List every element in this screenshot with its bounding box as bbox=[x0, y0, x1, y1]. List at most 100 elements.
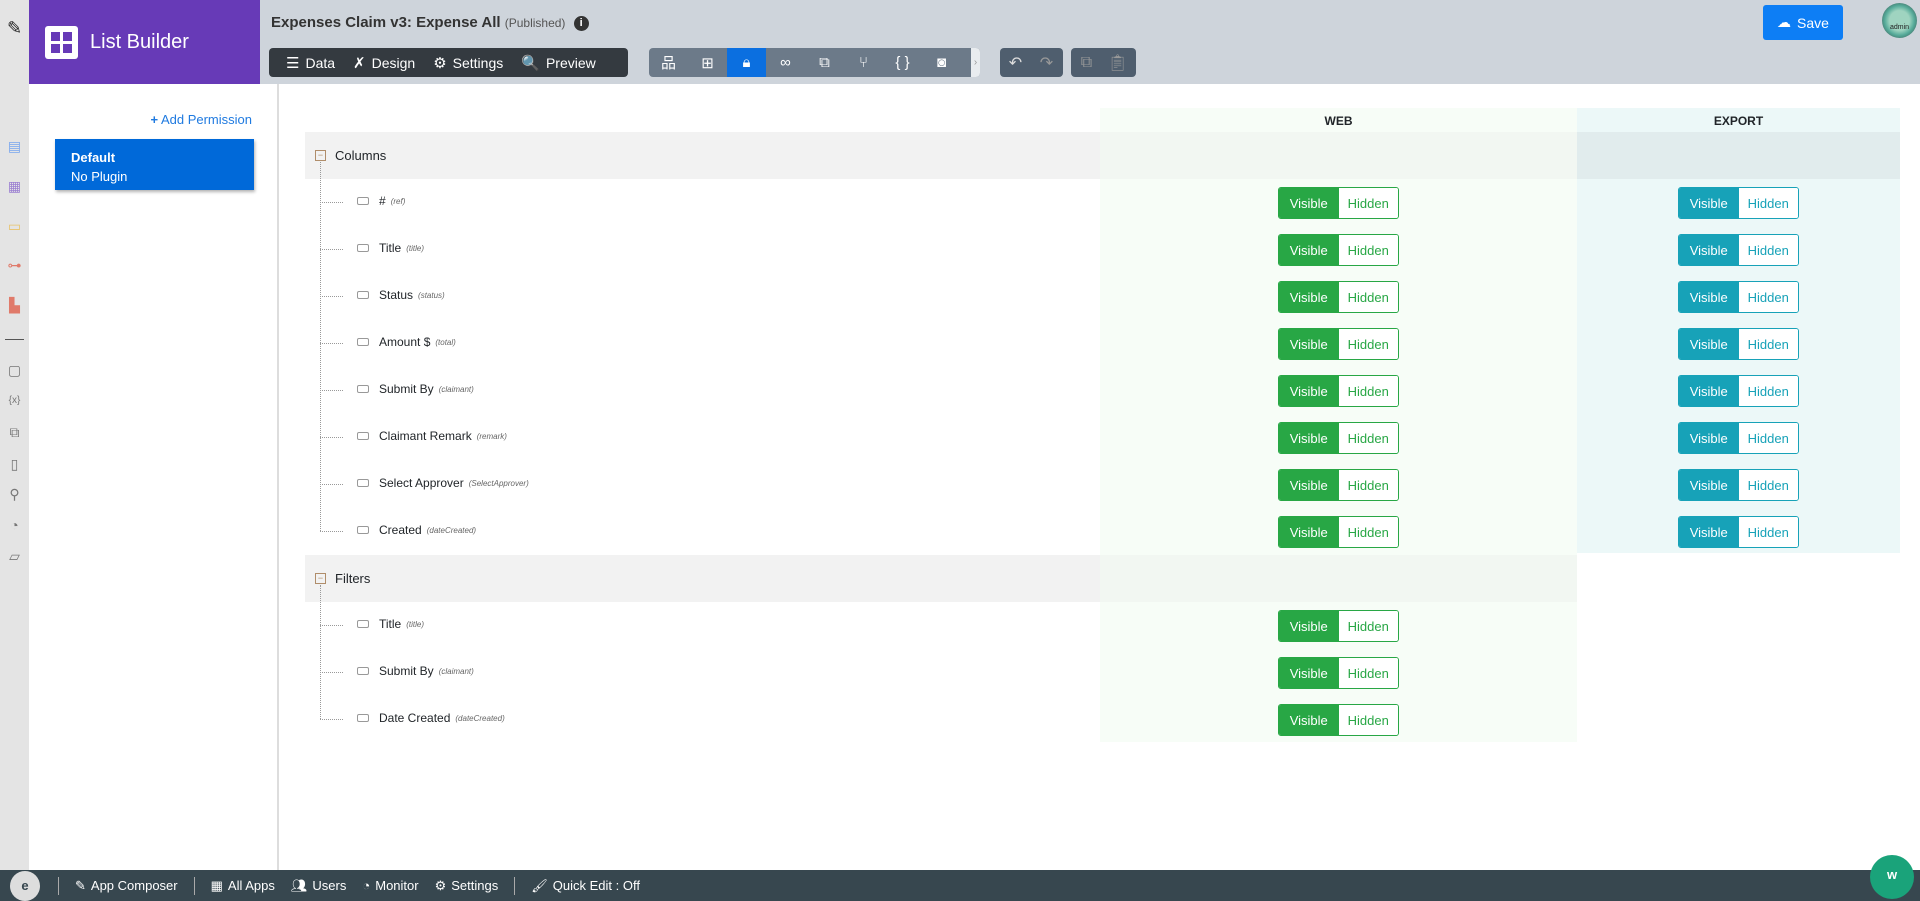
monitor-icon[interactable]: ▭ bbox=[6, 218, 23, 235]
chevron-right-icon[interactable]: › bbox=[971, 48, 980, 77]
tab-design[interactable]: ✗ Design bbox=[344, 48, 424, 77]
export-visible-option[interactable]: Visible bbox=[1679, 470, 1739, 500]
paste-icon[interactable]: 📋︎ bbox=[1102, 53, 1133, 73]
undo-icon[interactable]: ↶ bbox=[1000, 53, 1031, 73]
permission-item-default[interactable]: Default No Plugin bbox=[55, 139, 254, 190]
web-visible-option[interactable]: Visible bbox=[1279, 470, 1339, 500]
footer-all-apps[interactable]: ▦ All Apps bbox=[211, 878, 275, 894]
export-visible-option[interactable]: Visible bbox=[1679, 376, 1739, 406]
web-visible-option[interactable]: Visible bbox=[1279, 188, 1339, 218]
web-visible-option[interactable]: Visible bbox=[1279, 329, 1339, 359]
tab-preview[interactable]: 🔍 Preview bbox=[512, 48, 604, 77]
preview-icon: 🔍 bbox=[521, 54, 540, 72]
gears-icon: ⚙ bbox=[434, 877, 447, 893]
sitemap-icon[interactable]: 品 bbox=[649, 48, 688, 77]
lock-icon[interactable]: 🔒︎ bbox=[727, 48, 766, 77]
main-tabs: ☰ Data ✗ Design ⚙ Settings 🔍 Preview bbox=[269, 48, 628, 77]
redo-icon[interactable]: ↷ bbox=[1031, 53, 1062, 73]
note-icon[interactable]: ▢ bbox=[6, 362, 23, 379]
copy-icon[interactable]: ⧉ bbox=[1071, 54, 1102, 72]
variable-icon[interactable]: {x} bbox=[6, 392, 23, 409]
export-hidden-option[interactable]: Hidden bbox=[1738, 235, 1798, 265]
export-hidden-option[interactable]: Hidden bbox=[1738, 470, 1798, 500]
web-hidden-option[interactable]: Hidden bbox=[1338, 611, 1398, 641]
image-file-icon[interactable]: ▯ bbox=[6, 456, 23, 473]
web-visibility-toggle: Visible Hidden bbox=[1278, 187, 1399, 219]
group-row-columns[interactable]: − Columns bbox=[305, 132, 1900, 179]
web-visible-option[interactable]: Visible bbox=[1279, 376, 1339, 406]
web-hidden-option[interactable]: Hidden bbox=[1338, 235, 1398, 265]
web-visible-option[interactable]: Visible bbox=[1279, 611, 1339, 641]
web-visible-option[interactable]: Visible bbox=[1279, 658, 1339, 688]
web-hidden-option[interactable]: Hidden bbox=[1338, 658, 1398, 688]
collapse-icon[interactable]: − bbox=[315, 573, 326, 584]
tab-label: Design bbox=[371, 54, 416, 71]
list-icon[interactable]: ▦ bbox=[6, 178, 23, 195]
collapse-icon[interactable]: − bbox=[315, 150, 326, 161]
binoculars-icon[interactable]: ∞ bbox=[766, 48, 805, 77]
save-button[interactable]: ☁ Save bbox=[1763, 5, 1843, 40]
web-visible-option[interactable]: Visible bbox=[1279, 235, 1339, 265]
export-visible-option[interactable]: Visible bbox=[1679, 235, 1739, 265]
web-visible-option[interactable]: Visible bbox=[1279, 423, 1339, 453]
export-hidden-option[interactable]: Hidden bbox=[1738, 423, 1798, 453]
edit-icon[interactable]: ✎ bbox=[6, 19, 23, 37]
footer-users[interactable]: 👥︎ Users bbox=[291, 878, 346, 894]
group-row-filters[interactable]: − Filters bbox=[305, 555, 1577, 602]
web-hidden-option[interactable]: Hidden bbox=[1338, 376, 1398, 406]
footer-app-composer[interactable]: ✎ App Composer bbox=[75, 878, 178, 894]
tab-settings[interactable]: ⚙ Settings bbox=[424, 48, 512, 77]
workflow-icon[interactable]: ⊶ bbox=[6, 257, 23, 274]
field-name: Title bbox=[379, 241, 402, 255]
export-hidden-option[interactable]: Hidden bbox=[1738, 329, 1798, 359]
camera-icon[interactable]: ◙ bbox=[922, 48, 961, 77]
gauge-icon[interactable]: ◔ bbox=[6, 517, 23, 534]
export-hidden-option[interactable]: Hidden bbox=[1738, 188, 1798, 218]
table-row: Status (status) Visible Hidden Visible Hidde… bbox=[305, 273, 1900, 320]
publish-status: (Published) bbox=[504, 16, 566, 30]
web-visible-option[interactable]: Visible bbox=[1279, 517, 1339, 547]
footer-quick-edit[interactable]: 🖌︎ Quick Edit : Off bbox=[531, 878, 640, 894]
divider bbox=[58, 876, 59, 895]
script-icon[interactable]: ▱ bbox=[6, 548, 23, 565]
table-row: Title (title) Visible Hidden Visible Hidden bbox=[305, 226, 1900, 273]
web-visible-option[interactable]: Visible bbox=[1279, 282, 1339, 312]
platform-logo[interactable]: e bbox=[10, 870, 40, 901]
translate-icon[interactable]: ⧉ bbox=[6, 424, 23, 441]
web-hidden-option[interactable]: Hidden bbox=[1338, 705, 1398, 735]
web-visibility-toggle: Visible Hidden bbox=[1278, 516, 1399, 548]
web-hidden-option[interactable]: Hidden bbox=[1338, 282, 1398, 312]
chat-button[interactable]: w bbox=[1870, 855, 1914, 899]
web-visible-option[interactable]: Visible bbox=[1279, 705, 1339, 735]
app-brand: List Builder bbox=[29, 0, 260, 84]
export-visible-option[interactable]: Visible bbox=[1679, 423, 1739, 453]
tab-data[interactable]: ☰ Data bbox=[277, 48, 344, 77]
web-hidden-option[interactable]: Hidden bbox=[1338, 470, 1398, 500]
branch-icon[interactable]: ⑂ bbox=[844, 48, 883, 77]
export-visible-option[interactable]: Visible bbox=[1679, 282, 1739, 312]
field-label: Submit By (claimant) bbox=[357, 382, 474, 396]
export-hidden-option[interactable]: Hidden bbox=[1738, 517, 1798, 547]
plugin-icon[interactable]: ⚲ bbox=[6, 486, 23, 503]
translate-icon[interactable]: ⧉ bbox=[805, 48, 844, 77]
export-visibility-toggle: Visible Hidden bbox=[1678, 234, 1799, 266]
avatar[interactable]: admin bbox=[1882, 3, 1917, 38]
document-icon[interactable]: ▤ bbox=[6, 138, 23, 155]
info-icon[interactable]: i bbox=[573, 16, 589, 31]
export-visible-option[interactable]: Visible bbox=[1679, 329, 1739, 359]
web-hidden-option[interactable]: Hidden bbox=[1338, 188, 1398, 218]
export-hidden-option[interactable]: Hidden bbox=[1738, 376, 1798, 406]
code-braces-icon[interactable]: { } bbox=[883, 48, 922, 77]
add-permission-button[interactable]: + Add Permission bbox=[150, 112, 252, 127]
web-hidden-option[interactable]: Hidden bbox=[1338, 423, 1398, 453]
web-hidden-option[interactable]: Hidden bbox=[1338, 329, 1398, 359]
export-visible-option[interactable]: Visible bbox=[1679, 517, 1739, 547]
footer-monitor[interactable]: ◔ Monitor bbox=[362, 878, 418, 893]
form-layout-icon[interactable]: ⊞ bbox=[688, 48, 727, 77]
export-hidden-option[interactable]: Hidden bbox=[1738, 282, 1798, 312]
group-export-cell bbox=[1577, 132, 1900, 179]
pdf-icon[interactable]: ▙ bbox=[6, 297, 23, 314]
footer-settings[interactable]: ⚙ Settings bbox=[435, 878, 499, 894]
web-hidden-option[interactable]: Hidden bbox=[1338, 517, 1398, 547]
export-visible-option[interactable]: Visible bbox=[1679, 188, 1739, 218]
